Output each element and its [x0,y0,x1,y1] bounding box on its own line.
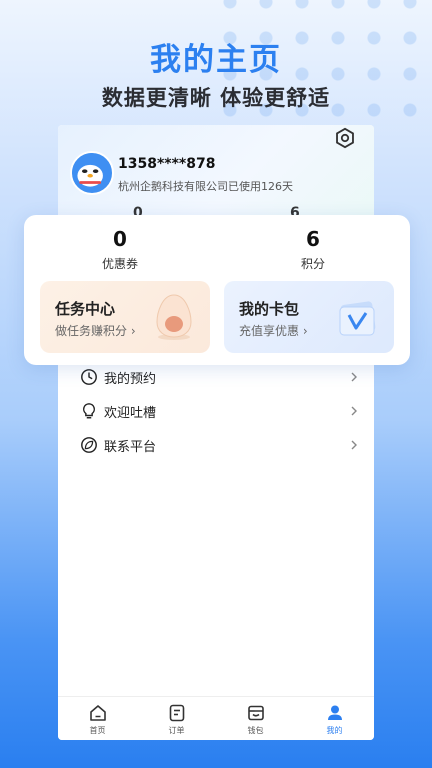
tile-subtitle: 充值享优惠 › [239,324,308,338]
tab-label: 钱包 [247,726,264,735]
avatar[interactable] [70,151,114,195]
promo-title: 我的主页 [150,42,282,78]
chevron-right-icon [351,440,357,450]
user-icon [327,705,342,720]
phone-number: 1358****878 [118,156,216,172]
menu-list: 我的预约 欢迎吐槽 联系平台 [58,360,374,462]
stat-value: 0 [113,227,127,251]
tile-title: 我的卡包 [239,300,300,318]
menu-item-label: 我的预约 [104,371,157,387]
bottom-tab-bar: 首页 订单 钱包 我的 [58,696,374,740]
card-wallet-tile[interactable]: 我的卡包 充值享优惠 › [224,281,394,353]
company-usage-text: 杭州企鹅科技有限公司已使用126天 [118,180,293,193]
clock-icon [81,369,97,385]
tab-wallet[interactable]: 钱包 [216,697,295,740]
stat-label: 优惠券 [101,257,138,271]
order-icon [169,704,184,722]
menu-item-label: 联系平台 [104,439,157,455]
menu-item-contact[interactable]: 联系平台 [58,428,374,462]
highlight-card: 0 优惠券 6 积分 任务中心 做任务赚积分 › 我的卡包 充值享优惠 › [24,215,410,365]
stat-points[interactable]: 6 积分 [273,227,353,272]
tab-label: 首页 [89,726,106,735]
stat-label: 积分 [300,257,325,271]
card-v-icon [339,301,376,336]
tile-title: 任务中心 [55,300,116,318]
chevron-right-icon [351,406,357,416]
promo-subtitle: 数据更清晰 体验更舒适 [101,86,331,110]
tab-mine[interactable]: 我的 [295,697,374,740]
tile-subtitle: 做任务赚积分 › [55,324,136,338]
stat-coupons[interactable]: 0 优惠券 [80,227,160,272]
menu-item-appointments[interactable]: 我的预约 [58,360,374,394]
chevron-right-icon [351,372,357,382]
task-center-tile[interactable]: 任务中心 做任务赚积分 › [40,281,210,353]
settings-icon[interactable] [334,127,356,149]
tab-orders[interactable]: 订单 [137,697,216,740]
penguin-avatar-icon [72,153,109,190]
tab-label: 订单 [168,726,185,735]
leaf-icon [81,437,97,453]
menu-item-feedback[interactable]: 欢迎吐槽 [58,394,374,428]
menu-item-label: 欢迎吐槽 [104,405,157,421]
tab-home[interactable]: 首页 [58,697,137,740]
egg-icon [156,294,192,340]
home-icon [89,705,106,721]
wallet-icon [247,705,264,721]
stat-value: 6 [306,227,320,251]
tab-label: 我的 [326,726,343,735]
lightbulb-icon [83,403,95,419]
